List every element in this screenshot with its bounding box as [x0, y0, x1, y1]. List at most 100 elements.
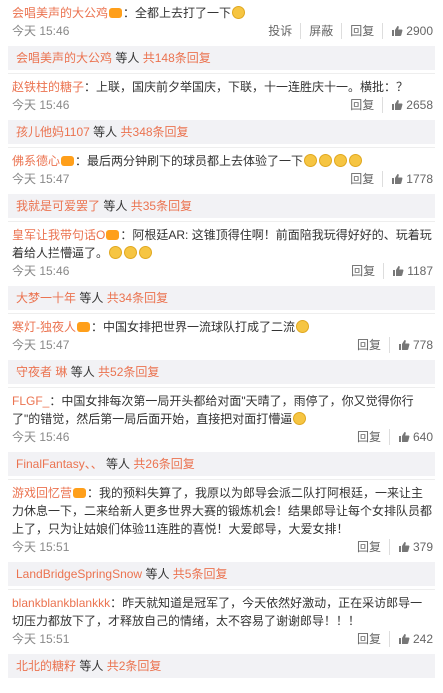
reply-summary-suffix: 等人: [103, 199, 128, 213]
like-button[interactable]: 2658: [382, 97, 433, 113]
reply-summary[interactable]: 北北的糖籽 等人 共2条回复: [8, 654, 435, 678]
reply-button[interactable]: 回复: [349, 429, 389, 445]
thumbs-up-icon: [398, 542, 410, 552]
like-count: 1778: [406, 172, 433, 186]
comment-body: 赵铁柱的糖子：上联，国庆前夕举国庆，下联，十一连胜庆十一。横批：？: [12, 80, 409, 94]
comment-item: 会唱美声的大公鸡 ：全都上去打了一下 今天 15:46 投诉 屏蔽 回复 2900: [0, 0, 443, 43]
report-button[interactable]: 投诉: [260, 23, 300, 39]
thumbs-up-icon: [398, 634, 410, 644]
comment-body: blankblankblankkk：昨天就知道是冠军了，今天依然好激动，正在采访…: [12, 596, 423, 628]
reply-button[interactable]: 回复: [349, 631, 389, 647]
like-count: 242: [412, 632, 433, 646]
comment-username[interactable]: 游戏回忆营: [12, 486, 72, 500]
emoji-icon: [304, 154, 318, 167]
comment-time: 今天 15:47: [12, 338, 70, 352]
comment-item: 佛系德心 ：最后两分钟刷下的球员都上去体验了一下 今天 15:47 回复 1778: [0, 148, 443, 191]
reply-summary-user[interactable]: 孩儿他妈1107: [16, 125, 90, 139]
reply-summary-link[interactable]: 共148条回复: [143, 51, 211, 65]
vip-badge-icon: [106, 230, 120, 240]
like-button[interactable]: 2900: [382, 23, 433, 39]
reply-summary-user[interactable]: 北北的糖籽: [16, 659, 76, 673]
emoji-icon: [232, 6, 246, 19]
reply-summary-link[interactable]: 共52条回复: [98, 365, 159, 379]
reply-summary[interactable]: 会唱美声的大公鸡 等人 共148条回复: [8, 46, 435, 70]
comment-body: 寒灯-独夜人 ：中国女排把世界一流球队打成了二流: [12, 318, 433, 336]
reply-summary[interactable]: 大梦一十年 等人 共34条回复: [8, 286, 435, 310]
like-button[interactable]: 640: [388, 429, 433, 445]
reply-summary-user[interactable]: 大梦一十年: [16, 291, 76, 305]
reply-button[interactable]: 回复: [341, 23, 382, 39]
like-count: 1187: [407, 264, 433, 278]
comment-username[interactable]: 会唱美声的大公鸡: [12, 6, 108, 20]
comment-time: 今天 15:46: [12, 430, 70, 444]
like-button[interactable]: 1778: [382, 171, 433, 187]
reply-summary-user[interactable]: FinalFantasy、、: [16, 457, 103, 471]
comment-username[interactable]: 赵铁柱的糖子: [12, 80, 84, 94]
reply-summary-suffix: 等人: [70, 365, 95, 379]
reply-summary-suffix: 等人: [145, 567, 170, 581]
block-button[interactable]: 屏蔽: [300, 23, 341, 39]
comment-item: 寒灯-独夜人 ：中国女排把世界一流球队打成了二流 今天 15:47 回复 778: [0, 314, 443, 357]
emoji-icon: [334, 154, 348, 167]
reply-summary-user[interactable]: 守夜者 琳: [16, 365, 67, 379]
like-button[interactable]: 1187: [383, 263, 433, 279]
comment-username[interactable]: FLGF_: [12, 394, 49, 408]
like-button[interactable]: 778: [388, 337, 433, 353]
reply-summary[interactable]: 孩儿他妈1107 等人 共348条回复: [8, 120, 435, 144]
reply-button[interactable]: 回复: [342, 171, 382, 187]
thumbs-up-icon: [398, 340, 410, 350]
reply-summary[interactable]: 我就是可爱罢了 等人 共35条回复: [8, 194, 435, 218]
reply-summary-link[interactable]: 共348条回复: [121, 125, 189, 139]
comment-username[interactable]: 皇军让我带句话O: [12, 228, 105, 242]
emoji-icon: [139, 246, 153, 259]
vip-badge-icon: [61, 156, 75, 166]
emoji-icon: [124, 246, 138, 259]
reply-button[interactable]: 回复: [349, 337, 389, 353]
emoji-icon: [293, 412, 307, 425]
like-button[interactable]: 379: [388, 539, 433, 555]
vip-badge-icon: [109, 8, 123, 18]
reply-summary-user[interactable]: LandBridgeSpringSnow: [16, 567, 142, 581]
reply-summary-link[interactable]: 共5条回复: [173, 567, 228, 581]
comment-time: 今天 15:46: [12, 98, 70, 112]
comment-username[interactable]: blankblankblankkk: [12, 596, 110, 610]
comment-item: 游戏回忆营 ：我的预料失算了，我原以为郎导会派二队打阿根廷，一来让主力休息一下，二…: [0, 480, 443, 559]
comment-username[interactable]: 佛系德心: [12, 154, 60, 168]
reply-summary-suffix: 等人: [93, 125, 118, 139]
reply-summary-link[interactable]: 共35条回复: [131, 199, 192, 213]
reply-summary-suffix: 等人: [79, 291, 104, 305]
reply-summary-suffix: 等人: [79, 659, 104, 673]
reply-summary-link[interactable]: 共34条回复: [107, 291, 168, 305]
comment-meta: 今天 15:47 回复 1778: [12, 171, 433, 187]
reply-summary[interactable]: LandBridgeSpringSnow 等人 共5条回复: [8, 562, 435, 586]
reply-button[interactable]: 回复: [342, 97, 382, 113]
reply-summary-suffix: 等人: [115, 51, 140, 65]
comment-meta: 今天 15:46 回复 1187: [12, 263, 433, 279]
comment-meta: 今天 15:47 回复 778: [12, 337, 433, 353]
reply-summary-link[interactable]: 共26条回复: [133, 457, 194, 471]
reply-summary-user[interactable]: 我就是可爱罢了: [16, 199, 100, 213]
reply-summary[interactable]: 守夜者 琳 等人 共52条回复: [8, 360, 435, 384]
comment-body: 佛系德心 ：最后两分钟刷下的球员都上去体验了一下: [12, 152, 433, 170]
comment-text: 全都上去打了一下: [135, 6, 232, 20]
comment-time: 今天 15:46: [12, 264, 70, 278]
reply-summary-suffix: 等人: [106, 457, 131, 471]
like-count: 2658: [406, 98, 433, 112]
comment-meta: 今天 15:46 回复 2658: [12, 97, 433, 113]
like-count: 379: [412, 540, 433, 554]
like-count: 640: [412, 430, 433, 444]
comment-time: 今天 15:51: [12, 632, 70, 646]
vip-badge-icon: [73, 488, 87, 498]
comment-username[interactable]: 寒灯-独夜人: [12, 320, 76, 334]
comment-time: 今天 15:47: [12, 172, 70, 186]
reply-summary-user[interactable]: 会唱美声的大公鸡: [16, 51, 112, 65]
reply-summary-link[interactable]: 共2条回复: [107, 659, 162, 673]
comment-meta: 今天 15:46 投诉 屏蔽 回复 2900: [12, 23, 433, 39]
like-button[interactable]: 242: [388, 631, 433, 647]
comment-item: 皇军让我带句话O ：阿根廷AR: 这锥顶得住啊！前面陪我玩得好好的、玩着玩着给人拦…: [0, 222, 443, 283]
emoji-icon: [109, 246, 123, 259]
reply-summary[interactable]: FinalFantasy、、 等人 共26条回复: [8, 452, 435, 476]
thumbs-up-icon: [392, 26, 403, 36]
reply-button[interactable]: 回复: [343, 263, 383, 279]
reply-button[interactable]: 回复: [349, 539, 389, 555]
